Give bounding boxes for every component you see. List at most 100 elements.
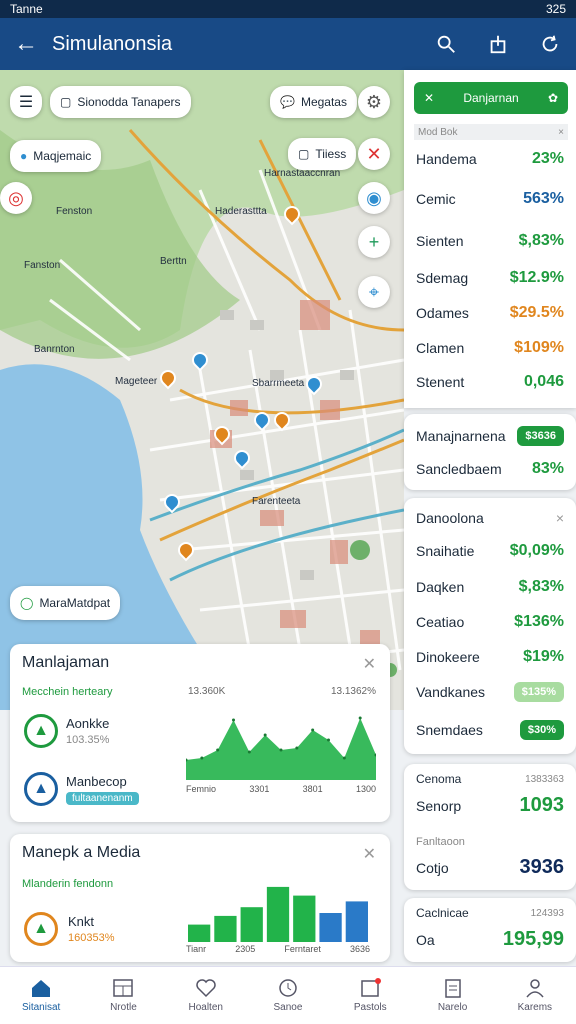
map-label: Banrnton — [34, 344, 75, 355]
bar — [345, 901, 368, 942]
nav-posts[interactable]: Pastols — [329, 967, 411, 1024]
layers-label: Megatas — [300, 95, 347, 109]
app-bar: ← Simulanonsia — [0, 18, 576, 70]
location-chip[interactable]: ▢ Tiiess — [288, 138, 357, 170]
metric-card[interactable]: Caclnicae 124393 Oa 195,99 — [404, 898, 576, 962]
bar — [319, 913, 342, 942]
menu-icon[interactable]: ☰ — [10, 86, 42, 118]
map-label: Haderasttta — [215, 206, 267, 217]
bar-chart — [188, 886, 368, 942]
compass-icon[interactable]: ◉ — [358, 182, 390, 214]
location-icon[interactable]: ⌖ — [358, 276, 390, 308]
detail-value: $136% — [514, 613, 564, 630]
home-icon — [32, 980, 51, 997]
data-point — [200, 756, 204, 760]
card-title: Danoolona — [416, 510, 484, 526]
detail-value: $0,09% — [509, 542, 564, 559]
nav-notes[interactable]: Narelo — [411, 967, 493, 1024]
card-subtitle: Mlanderin fendonn — [22, 878, 114, 890]
clock-icon — [279, 979, 297, 997]
card-value: 195,99 — [502, 928, 564, 950]
card-title: Manajnarnena — [416, 428, 506, 444]
panel-search-placeholder: Mod Bok — [418, 126, 458, 138]
status-time: Tanne — [10, 2, 43, 16]
stat-row[interactable]: Sdemag $12.9% — [416, 269, 564, 287]
square-icon: ▢ — [298, 147, 310, 161]
close-icon[interactable]: × — [558, 127, 568, 138]
x-tick-label: Ferntaret — [284, 944, 321, 954]
map-label: Fanston — [24, 260, 61, 271]
chart-x-axis: Femnio 3301 3801 1300 — [186, 784, 376, 794]
stat-row[interactable]: Cemic 563% — [416, 190, 564, 208]
area-chart — [186, 716, 376, 780]
x-tick-label: 1300 — [355, 784, 376, 794]
filter-label: Maqjemaic — [33, 149, 92, 163]
settings-icon[interactable]: ⚙ — [358, 86, 390, 118]
map-search-label: Sionodda Tanapers — [77, 95, 181, 109]
share-icon[interactable] — [472, 18, 524, 70]
person-icon — [526, 979, 544, 998]
x-tick-label: 2305 — [235, 944, 256, 954]
stat-row[interactable]: Handema 23% — [416, 150, 564, 168]
card-title: Manepk a Media — [22, 844, 141, 861]
stat-row[interactable]: Sienten $,83% — [416, 232, 564, 250]
nav-health[interactable]: Hoalten — [165, 967, 247, 1024]
detail-row[interactable]: Dinokeere $19% — [416, 648, 564, 666]
secondary-button[interactable]: $135% — [513, 682, 564, 702]
stat-row[interactable]: Stenent 0,046 — [416, 373, 564, 391]
map-view[interactable]: Fanston Fenston Berttn Haderasttta Harna… — [0, 70, 404, 710]
card-title: Cenoma — [416, 772, 462, 786]
zoom-in-icon[interactable]: + — [358, 226, 390, 258]
detail-row[interactable]: Snaihatie $0,09% — [416, 542, 564, 560]
nav-label: Karems — [517, 1002, 553, 1013]
close-icon[interactable]: ✕ — [363, 844, 376, 864]
summary-card[interactable]: Manajnarnena $3636 Sancledbaem 83% — [404, 414, 576, 490]
metric-card[interactable]: Cenoma 1383363 Senorp 1093 Fanltaoon Cotjo… — [404, 764, 576, 890]
refresh-icon[interactable] — [524, 18, 576, 70]
nav-schedule[interactable]: Sanoe — [247, 967, 329, 1024]
square-icon: ▢ — [60, 95, 72, 109]
stat-row[interactable]: Odames $29.5% — [416, 304, 564, 322]
document-icon — [444, 979, 461, 998]
stat-label: Handema — [416, 151, 477, 167]
location-label: Tiiess — [315, 147, 347, 161]
detail-row[interactable]: Daqken $,83% — [416, 578, 564, 596]
item-tag[interactable]: fultaanenanm — [66, 792, 139, 805]
panel-search-input[interactable]: Mod Bok × — [414, 124, 568, 140]
page-title: Simulanonsia — [52, 32, 173, 55]
close-icon[interactable]: × — [556, 510, 564, 526]
stat-value: 23% — [531, 150, 564, 167]
stat-label: Sienten — [416, 233, 464, 249]
map-label: Farenteeta — [252, 496, 301, 507]
search-icon[interactable] — [420, 18, 472, 70]
nav-home[interactable]: Sitanisat — [0, 967, 82, 1024]
data-point — [342, 756, 346, 760]
nav-label: Nrotle — [110, 1002, 137, 1013]
nav-profile[interactable]: Karems — [494, 967, 576, 1024]
gear-icon: ✿ — [547, 91, 558, 105]
tower-icon: ▲ — [24, 772, 58, 806]
place-icon[interactable]: ◎ — [0, 182, 32, 214]
button-label: Snemdaes — [416, 722, 483, 738]
area-chip[interactable]: ◯ MaraMatdpat — [10, 586, 121, 620]
details-card: Danoolona × Snaihatie $0,09% Daqken $,83% C… — [404, 498, 576, 754]
detail-row[interactable]: Ceatiao $136% — [416, 613, 564, 631]
x-tick-label: 3801 — [302, 784, 323, 794]
stat-row[interactable]: Clamen $109% — [416, 339, 564, 357]
map-search-chip[interactable]: ▢ Sionodda Tanapers — [50, 86, 191, 118]
item-value: 160353% — [68, 932, 115, 944]
close-icon[interactable]: ✕ — [358, 138, 390, 170]
primary-button[interactable]: $30% — [519, 720, 564, 740]
data-point — [232, 718, 235, 722]
x-tick-label: Tianr — [186, 944, 207, 954]
close-icon[interactable]: ✕ — [363, 654, 376, 674]
panel-header-button[interactable]: ✕ Danjarnan ✿ — [414, 82, 568, 114]
nav-grid[interactable]: Nrotle — [82, 967, 164, 1024]
nav-label: Pastols — [353, 1002, 387, 1013]
filter-chip[interactable]: ● Maqjemaic — [10, 140, 102, 172]
stat-label: Odames — [416, 305, 469, 321]
back-icon[interactable]: ← — [0, 30, 52, 58]
layers-chip[interactable]: 💬 Megatas — [270, 86, 357, 118]
chart-x-axis: Tianr 2305 Ferntaret 3636 — [186, 944, 370, 954]
detail-value: $,83% — [518, 578, 564, 595]
